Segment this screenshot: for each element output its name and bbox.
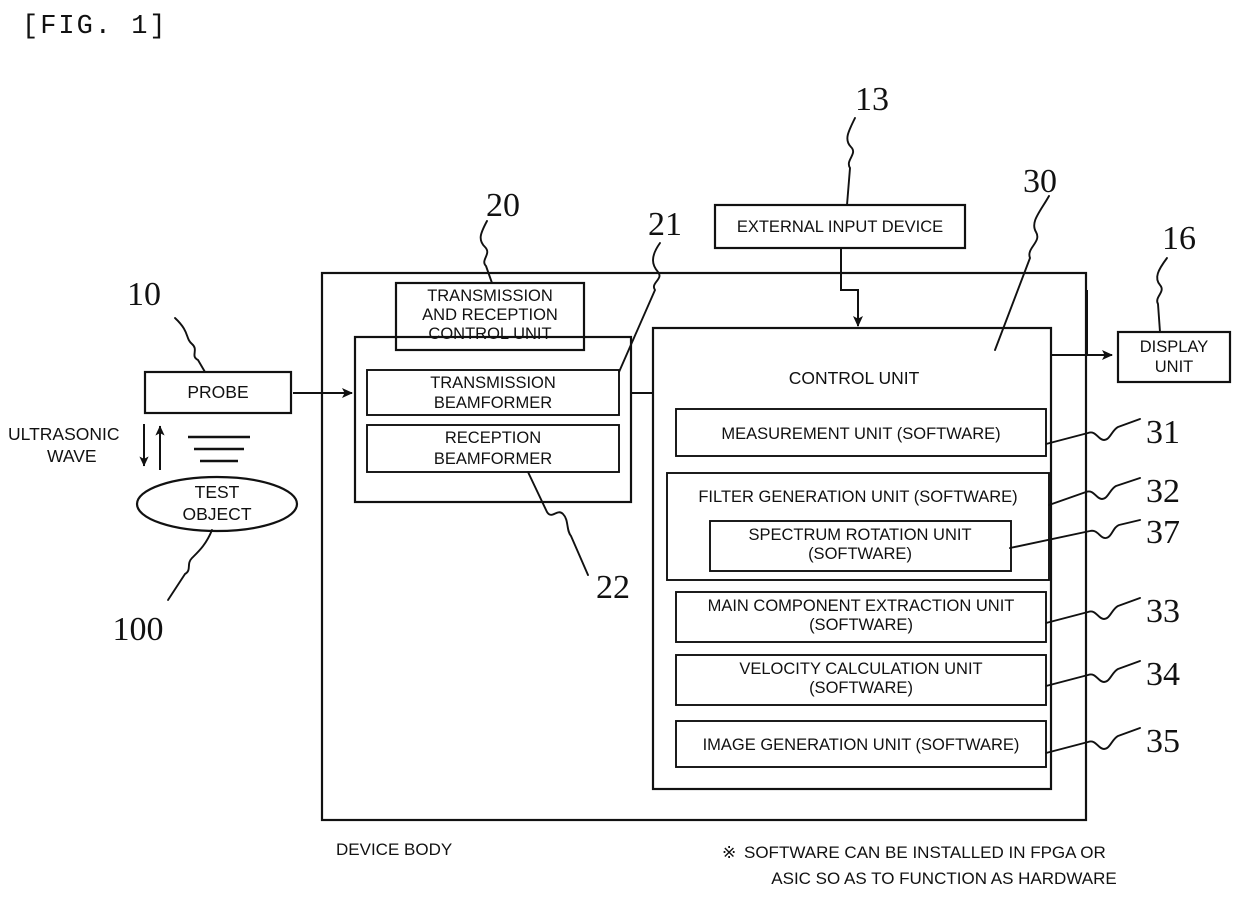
leader-line-32 [1048,477,1141,506]
measurement-unit-label: MEASUREMENT UNIT (SOFTWARE) [721,425,1000,443]
leader-line-16 [1156,257,1168,333]
external-input-to-control-unit-arrow [840,248,863,327]
patent-figure-diagram: PROBE 10 ULTRASONIC WAVE TEST OBJECT 100… [8,81,1232,888]
leader-line-31 [1045,418,1141,445]
device-body-label: DEVICE BODY [336,840,452,859]
ref-numeral-32: 32 [1146,473,1180,510]
image-generation-unit-label: IMAGE GENERATION UNIT (SOFTWARE) [703,736,1020,754]
transmission-beamformer-label-line2: BEAMFORMER [434,394,552,412]
test-object-label-line1: TEST [195,482,240,502]
test-object-label-line2: OBJECT [182,504,251,524]
footnote-mark: ※ [722,843,736,862]
ultrasonic-wave-label-line2: WAVE [47,446,97,466]
ref-numeral-13: 13 [855,81,889,118]
transmission-beamformer-label-line1: TRANSMISSION [430,374,556,392]
velocity-calculation-unit-label-line2: (SOFTWARE) [809,679,913,697]
velocity-calculation-unit-label-line1: VELOCITY CALCULATION UNIT [739,660,982,678]
ref-numeral-20: 20 [486,187,520,224]
ref-numeral-31: 31 [1146,414,1180,451]
external-input-device-label: EXTERNAL INPUT DEVICE [737,218,943,236]
ref-numeral-10: 10 [127,276,161,313]
spectrum-rotation-unit-label-line2: (SOFTWARE) [808,545,912,563]
main-component-extraction-unit-label-line1: MAIN COMPONENT EXTRACTION UNIT [708,597,1015,615]
leader-line-35 [1045,727,1141,754]
display-unit-label-line1: DISPLAY [1140,338,1208,356]
leader-line-34 [1045,660,1141,687]
reception-beamformer-label-line1: RECEPTION [445,429,541,447]
ref-numeral-37: 37 [1146,514,1180,551]
txrx-control-label-line1: TRANSMISSION [427,287,553,305]
filter-generation-unit-label: FILTER GENERATION UNIT (SOFTWARE) [698,488,1017,506]
leader-line-33 [1045,597,1141,624]
ref-numeral-34: 34 [1146,656,1180,693]
footnote-line2: ASIC SO AS TO FUNCTION AS HARDWARE [771,869,1116,888]
ref-numeral-16: 16 [1162,220,1196,257]
beamformer-container-box [353,335,633,504]
ref-numeral-35: 35 [1146,723,1180,760]
leader-line-13 [846,117,856,206]
footnote-line1: SOFTWARE CAN BE INSTALLED IN FPGA OR [744,843,1106,862]
leader-line-37 [1009,519,1141,549]
txrx-control-label-line2: AND RECEPTION [422,306,558,324]
probe-label: PROBE [187,382,248,402]
txrx-control-label-line3: CONTROL UNIT [428,325,551,343]
leader-line-10 [174,317,206,373]
control-unit-label: CONTROL UNIT [789,368,920,388]
main-component-extraction-unit-label-line2: (SOFTWARE) [809,616,913,634]
ref-numeral-30: 30 [1023,163,1057,200]
leader-line-100 [167,529,213,601]
ref-numeral-21: 21 [648,206,682,243]
ref-numeral-100: 100 [113,611,164,648]
display-unit-label-line2: UNIT [1155,358,1194,376]
spectrum-rotation-unit-label-line1: SPECTRUM ROTATION UNIT [748,526,971,544]
leader-line-22 [527,471,589,576]
ref-numeral-33: 33 [1146,593,1180,630]
reception-beamformer-label-line2: BEAMFORMER [434,450,552,468]
ref-numeral-22: 22 [596,569,630,606]
ultrasonic-wave-label-line1: ULTRASONIC [8,424,120,444]
